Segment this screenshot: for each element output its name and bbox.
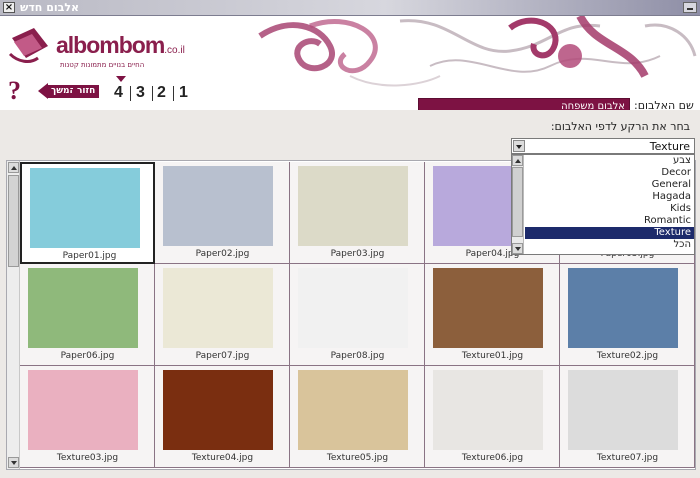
help-button[interactable]: ? [8,78,21,104]
thumbnail-filename: Texture02.jpg [596,351,659,361]
dropdown-options: צבע Decor General Hagada Kids Romantic Texture… [525,155,694,251]
thumbnail-cell[interactable]: Paper08.jpg [290,264,425,366]
thumbnail-image [163,268,273,348]
albombom-logo: albombom.co.il החיים בנויים מתמונות קטנו… [8,20,185,70]
logo-tld: .co.il [164,45,185,56]
thumbnail-cell[interactable]: Texture03.jpg [20,366,155,468]
chevron-down-icon[interactable] [513,140,525,152]
thumbnail-cell[interactable]: Paper01.jpg [20,162,155,264]
step-divider [130,86,131,101]
thumbnail-image [30,168,140,248]
thumbnail-cell[interactable]: Texture01.jpg [425,264,560,366]
background-select-label: בחר את הרקע לדפי האלבום: [550,120,690,133]
thumbnail-cell[interactable]: Paper06.jpg [20,264,155,366]
step-divider [152,86,153,101]
step-3[interactable]: 3 [136,84,145,102]
window-titlebar: × אלבום חדש [0,0,700,16]
thumbnail-cell[interactable]: Paper02.jpg [155,162,290,264]
dropdown-option[interactable]: Texture [525,227,694,239]
thumbnail-image [298,268,408,348]
scrollbar-thumb[interactable] [8,175,19,267]
back-button-label: חזור [73,85,100,98]
dropdown-option[interactable]: הכל [525,239,694,251]
header: albombom.co.il החיים בנויים מתמונות קטנו… [0,16,700,110]
scroll-up-icon[interactable] [8,162,19,173]
dropdown-option[interactable]: צבע [525,155,694,167]
thumbnail-image [298,370,408,450]
thumbnail-image [163,370,273,450]
thumbnail-cell[interactable]: Paper03.jpg [290,162,425,264]
album-name-label: שם האלבום: [634,99,694,110]
thumbnail-cell[interactable]: Texture07.jpg [560,366,695,468]
thumbnail-cell[interactable]: Paper07.jpg [155,264,290,366]
thumbnail-image [433,268,543,348]
thumbnail-filename: Paper06.jpg [60,351,115,361]
grid-scrollbar[interactable] [7,161,20,469]
thumbnail-filename: Paper07.jpg [195,351,250,361]
thumbnail-filename: Texture07.jpg [596,453,659,463]
background-category-value: Texture [649,140,690,153]
step-divider [173,86,174,101]
thumbnail-image [28,268,138,348]
current-step-marker-icon [116,76,126,82]
step-4[interactable]: 4 [114,84,123,102]
thumbnail-filename: Paper08.jpg [330,351,385,361]
thumbnail-filename: Paper03.jpg [330,249,385,259]
scroll-down-icon[interactable] [512,243,523,254]
thumbnail-image [28,370,138,450]
thumbnail-cell[interactable]: Texture02.jpg [560,264,695,366]
step-2[interactable]: 2 [157,84,166,102]
minimize-window-button[interactable] [683,2,697,13]
step-1[interactable]: 1 [179,84,188,102]
background-category-dropdown: צבע Decor General Hagada Kids Romantic Texture… [511,154,695,255]
thumbnail-filename: Texture05.jpg [326,453,389,463]
thumbnail-cell[interactable]: Texture05.jpg [290,366,425,468]
thumbnail-filename: Texture04.jpg [191,453,254,463]
logo-tagline: החיים בנויים מתמונות קטנות [60,61,145,69]
photo-album-icon [8,28,48,63]
scroll-up-icon[interactable] [512,155,523,166]
dropdown-option[interactable]: Hagada [525,191,694,203]
close-window-button[interactable]: × [3,2,15,13]
dropdown-option[interactable]: General [525,179,694,191]
dropdown-option[interactable]: Kids [525,203,694,215]
dropdown-option[interactable]: Romantic [525,215,694,227]
album-name-input[interactable] [418,98,630,110]
thumbnail-image [433,370,543,450]
thumbnail-filename: Paper01.jpg [62,251,117,261]
scrollbar-thumb[interactable] [512,167,523,237]
thumbnail-filename: Texture03.jpg [56,453,119,463]
scroll-down-icon[interactable] [8,457,19,468]
thumbnail-filename: Texture01.jpg [461,351,524,361]
thumbnail-filename: Texture06.jpg [461,453,524,463]
thumbnail-cell[interactable]: Texture06.jpg [425,366,560,468]
thumbnail-image [163,166,273,246]
window-title: אלבום חדש [20,1,80,14]
logo-brand: albombom.co.il [56,32,185,58]
thumbnail-image [568,370,678,450]
thumbnail-cell[interactable]: Texture04.jpg [155,366,290,468]
thumbnail-image [568,268,678,348]
thumbnail-filename: Paper02.jpg [195,249,250,259]
dropdown-scrollbar[interactable] [512,155,524,254]
decorative-swirls [258,16,697,87]
dropdown-option[interactable]: Decor [525,167,694,179]
thumbnail-image [298,166,408,246]
background-category-select[interactable]: Texture [511,138,695,154]
back-button[interactable]: חזור [73,83,105,100]
